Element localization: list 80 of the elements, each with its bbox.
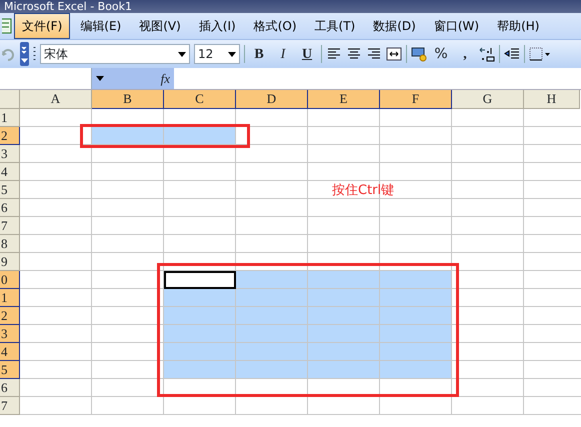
row-header[interactable]: 4 (0, 343, 20, 361)
column-header[interactable]: D (236, 90, 308, 109)
toolbar-overflow-icon[interactable] (20, 42, 29, 66)
selected-cell[interactable] (164, 325, 236, 343)
selected-cell[interactable] (92, 127, 164, 145)
percent-button[interactable]: % (431, 44, 451, 64)
row-header[interactable]: 3 (0, 325, 20, 343)
column-header[interactable]: F (380, 90, 452, 109)
row-header[interactable]: 5 (0, 181, 20, 199)
window-title: Microsoft Excel - Book1 (0, 0, 581, 13)
menu-item[interactable]: 工具(T) (306, 13, 364, 39)
selected-cell[interactable] (164, 361, 236, 379)
column-header[interactable]: C (164, 90, 236, 109)
selected-cell[interactable] (236, 343, 308, 361)
increase-decimal-icon[interactable] (479, 46, 495, 62)
select-all-corner[interactable] (0, 90, 20, 109)
selected-cell[interactable] (380, 271, 452, 289)
selected-cell[interactable] (164, 307, 236, 325)
selected-cell[interactable] (380, 325, 452, 343)
borders-icon[interactable] (529, 46, 551, 62)
menu-item[interactable]: 视图(V) (131, 13, 189, 39)
row-header[interactable]: 1 (0, 109, 20, 127)
bold-button[interactable]: B (249, 44, 269, 64)
row-header[interactable]: 5 (0, 361, 20, 379)
underline-button[interactable]: U (297, 44, 317, 64)
selected-cell[interactable] (308, 325, 380, 343)
annotation-text: 按住Ctrl键 (332, 182, 394, 200)
caret-icon (178, 52, 186, 56)
row-header[interactable]: 6 (0, 379, 20, 397)
font-dropdown[interactable]: 宋体 (40, 44, 190, 64)
selected-cell[interactable] (236, 361, 308, 379)
selected-cell[interactable] (380, 307, 452, 325)
row-header[interactable]: 4 (0, 163, 20, 181)
column-header[interactable]: A (20, 90, 92, 109)
row-header[interactable]: 2 (0, 307, 20, 325)
spreadsheet-icon[interactable] (2, 17, 12, 35)
selected-cell[interactable] (380, 289, 452, 307)
column-header[interactable]: G (452, 90, 524, 109)
row-header[interactable]: 6 (0, 199, 20, 217)
selected-cell[interactable] (236, 325, 308, 343)
menu-item[interactable]: 窗口(W) (426, 13, 488, 39)
selected-cell[interactable] (380, 343, 452, 361)
row-header[interactable]: 9 (0, 253, 20, 271)
menu-item[interactable]: 帮助(H) (489, 13, 548, 39)
menu-item[interactable]: 插入(I) (190, 13, 244, 39)
active-cell[interactable] (164, 271, 236, 289)
selected-cell[interactable] (164, 127, 236, 145)
row-header[interactable]: 3 (0, 145, 20, 163)
selected-cell[interactable] (308, 361, 380, 379)
function-label[interactable]: fx (160, 68, 170, 88)
selected-cell[interactable] (236, 307, 308, 325)
column-header[interactable]: E (308, 90, 380, 109)
menu-item[interactable]: 编辑(E) (72, 13, 130, 39)
menu-item[interactable]: 文件(F) (14, 13, 70, 39)
font-size-dropdown[interactable]: 12 (194, 44, 240, 64)
comma-style-button[interactable]: , (455, 44, 475, 64)
row-header[interactable]: 0 (0, 271, 20, 289)
caret-icon (228, 52, 236, 56)
caret-icon[interactable] (96, 76, 104, 81)
selected-cell[interactable] (308, 343, 380, 361)
menu-item[interactable]: 格式(O) (246, 13, 305, 39)
selected-cell[interactable] (308, 271, 380, 289)
column-header[interactable]: B (92, 90, 164, 109)
selected-cell[interactable] (236, 289, 308, 307)
currency-icon[interactable] (411, 46, 427, 62)
selected-cell[interactable] (164, 289, 236, 307)
selected-cell[interactable] (308, 289, 380, 307)
row-header[interactable]: 8 (0, 235, 20, 253)
selected-cell[interactable] (308, 307, 380, 325)
selected-cell[interactable] (380, 361, 452, 379)
row-header[interactable]: 7 (0, 217, 20, 235)
italic-button[interactable]: I (273, 44, 293, 64)
row-header[interactable]: 1 (0, 289, 20, 307)
selected-cell[interactable] (236, 271, 308, 289)
menu-item[interactable]: 数据(D) (365, 13, 424, 39)
column-header[interactable]: H (524, 90, 580, 109)
merge-center-icon[interactable] (386, 46, 402, 62)
selected-cell[interactable] (164, 343, 236, 361)
row-header[interactable]: 2 (0, 127, 20, 145)
row-header[interactable]: 7 (0, 397, 20, 415)
